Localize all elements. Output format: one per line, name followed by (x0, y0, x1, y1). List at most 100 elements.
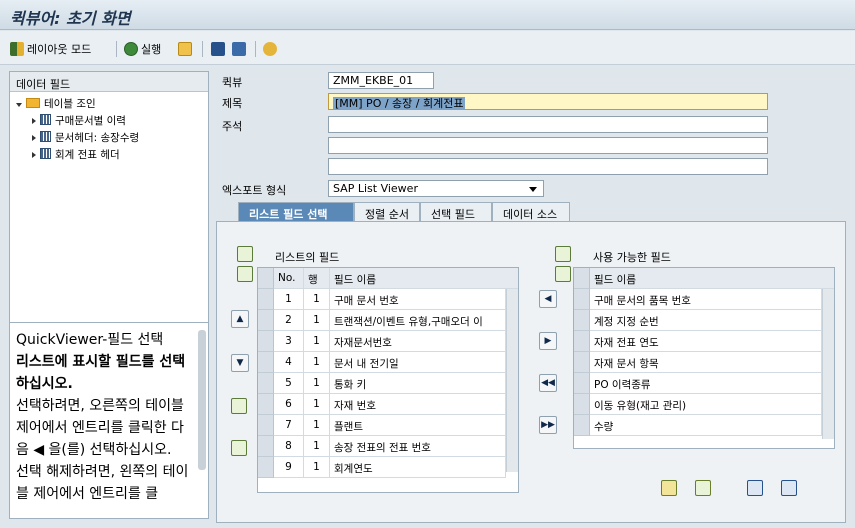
table-cell: 1 (304, 457, 330, 478)
help-paragraph: 선택하려면, 오른쪽의 테이블 제어에서 엔트리를 클릭한 다음 ◀ 을(를) … (16, 398, 184, 458)
filter-icon[interactable] (695, 480, 711, 496)
table-cell: 5 (274, 373, 304, 394)
table-cell: 자재문서번호 (330, 331, 506, 352)
tab-sort-order[interactable]: 정렬 순서 (354, 202, 420, 222)
row-selector (574, 268, 590, 289)
row-selector[interactable] (258, 310, 274, 331)
title-label: 제목 (222, 97, 243, 110)
add-all-fields-button[interactable]: ◀◀ (539, 374, 557, 392)
export-format-value: SAP List Viewer (333, 182, 418, 195)
select-all-icon[interactable] (237, 246, 253, 262)
list-fields-table: No. 행 필드 이름 1 1 구매 문서 번호 2 1 트랜잭션/이벤트 유형,구매오더… (257, 267, 519, 493)
table-cell: 3 (274, 331, 304, 352)
row-selector[interactable] (258, 289, 274, 310)
select-all-icon[interactable] (555, 246, 571, 262)
column-header[interactable]: 필드 이름 (590, 268, 834, 289)
row-selector[interactable] (258, 373, 274, 394)
available-fields-table: 필드 이름 구매 문서의 품목 번호 계정 지정 순번 자재 전표 연도 자재 문서 … (573, 267, 835, 449)
insert-row-icon[interactable] (231, 398, 247, 414)
table-row[interactable]: PO 이력종류 (574, 373, 822, 394)
person-tool-button[interactable] (178, 40, 192, 58)
table-cell: 회계연도 (330, 457, 506, 478)
table-row[interactable]: 이동 유형(재고 관리) (574, 394, 822, 415)
row-selector[interactable] (574, 394, 590, 415)
row-selector[interactable] (258, 436, 274, 457)
move-up-button[interactable]: ▲ (231, 310, 249, 328)
table-row[interactable]: 자재 문서 항목 (574, 352, 822, 373)
table-row[interactable]: 구매 문서의 품목 번호 (574, 289, 822, 310)
table-row[interactable]: 8 1 송장 전표의 전표 번호 (258, 436, 506, 457)
tree-root-label: 테이블 조인 (44, 98, 96, 110)
row-selector[interactable] (574, 415, 590, 436)
collapse-icon (32, 118, 36, 124)
expand-icon (16, 103, 22, 107)
table-row[interactable]: 2 1 트랜잭션/이벤트 유형,구매오더 이 (258, 310, 506, 331)
tree-item-label: 구매문서별 이력 (55, 115, 126, 127)
row-selector[interactable] (258, 394, 274, 415)
row-selector[interactable] (258, 415, 274, 436)
table-row[interactable]: 5 1 통화 키 (258, 373, 506, 394)
remove-all-fields-button[interactable]: ▶▶ (539, 416, 557, 434)
column-header[interactable]: No. (274, 268, 304, 289)
row-selector[interactable] (574, 373, 590, 394)
row-selector[interactable] (574, 352, 590, 373)
find-button[interactable] (211, 40, 225, 58)
row-selector[interactable] (258, 331, 274, 352)
row-selector[interactable] (574, 310, 590, 331)
column-header[interactable]: 행 (304, 268, 330, 289)
execute-button[interactable]: 실행 (124, 40, 161, 58)
table-cell: 1 (304, 373, 330, 394)
row-selector[interactable] (258, 352, 274, 373)
tree-item[interactable]: 구매문서별 이력 (32, 113, 126, 128)
tab-list-fields[interactable]: 리스트 필드 선택 (238, 202, 354, 222)
table-row[interactable]: 계정 지정 순번 (574, 310, 822, 331)
find-next-button[interactable] (232, 40, 246, 58)
tree-item[interactable]: 문서헤더: 송장수령 (32, 130, 139, 145)
tab-selection-fields[interactable]: 선택 필드 (420, 202, 492, 222)
table-cell: 1 (304, 415, 330, 436)
row-selector[interactable] (574, 331, 590, 352)
row-selector[interactable] (574, 289, 590, 310)
remove-field-button[interactable]: ▶ (539, 332, 557, 350)
list-fields-scrollbar[interactable] (506, 289, 518, 472)
tab-data-source[interactable]: 데이터 소스 (492, 202, 570, 222)
table-row[interactable]: 3 1 자재문서번호 (258, 331, 506, 352)
delete-row-icon[interactable] (231, 440, 247, 456)
table-icon (40, 114, 51, 125)
row-selector[interactable] (258, 457, 274, 478)
help-button[interactable] (263, 40, 277, 58)
table-row[interactable]: 4 1 문서 내 전기일 (258, 352, 506, 373)
table-row[interactable]: 자재 전표 연도 (574, 331, 822, 352)
deselect-all-icon[interactable] (237, 266, 253, 282)
table-row[interactable]: 9 1 회계연도 (258, 457, 506, 478)
layout-mode-button[interactable]: 레이아웃 모드 (10, 40, 91, 58)
table-cell: 자재 문서 항목 (590, 352, 822, 373)
column-header[interactable]: 필드 이름 (330, 268, 518, 289)
binoculars-icon[interactable] (747, 480, 763, 496)
title-field[interactable]: [MM] PO / 송장 / 회계전표 (328, 93, 768, 110)
tree-root[interactable]: 테이블 조인 (16, 96, 96, 111)
table-cell: 2 (274, 310, 304, 331)
tree-item[interactable]: 회계 전표 헤더 (32, 147, 120, 162)
note-field-1[interactable] (328, 116, 768, 133)
table-cell: 4 (274, 352, 304, 373)
available-fields-scrollbar[interactable] (822, 289, 834, 439)
export-format-select[interactable]: SAP List Viewer (328, 180, 544, 197)
table-cell: 1 (304, 331, 330, 352)
note-field-2[interactable] (328, 137, 768, 154)
title-bar: 퀵뷰어: 초기 화면 (0, 0, 855, 30)
move-down-button[interactable]: ▼ (231, 354, 249, 372)
deselect-all-icon[interactable] (555, 266, 571, 282)
note-field-3[interactable] (328, 158, 768, 175)
data-fields-panel: 데이터 필드 테이블 조인 구매문서별 이력 문서헤더: 송장수령 회계 전표 … (9, 71, 209, 519)
layout-mode-label: 레이아웃 모드 (27, 43, 92, 56)
add-field-button[interactable]: ◀ (539, 290, 557, 308)
table-row[interactable]: 7 1 플랜트 (258, 415, 506, 436)
binoculars-plus-icon[interactable] (781, 480, 797, 496)
table-row[interactable]: 1 1 구매 문서 번호 (258, 289, 506, 310)
help-scrollbar[interactable] (198, 330, 206, 470)
table-row[interactable]: 6 1 자재 번호 (258, 394, 506, 415)
table-row[interactable]: 수량 (574, 415, 822, 436)
quickview-field[interactable]: ZMM_EKBE_01 (328, 72, 434, 89)
sort-icon[interactable] (661, 480, 677, 496)
